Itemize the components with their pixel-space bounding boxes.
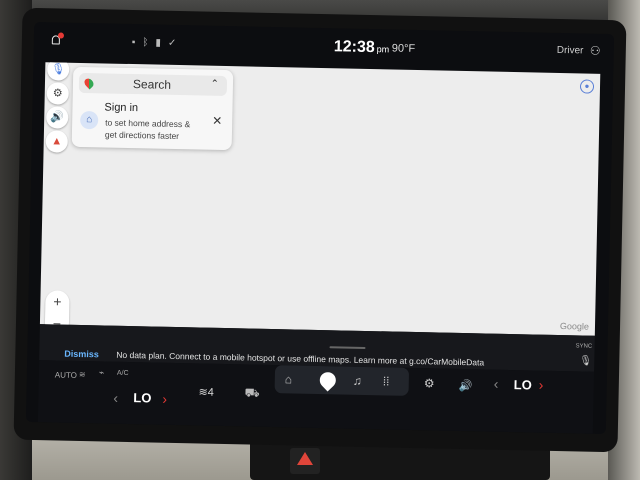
left-temp-up-button[interactable]: › [162, 391, 167, 407]
car-icon[interactable]: ⛟ [244, 385, 259, 401]
infotainment-screen: ▪ ᛒ ▮ ✓ 12:38 pm 90°F Driver ⚇ ● Google 🎙… [25, 21, 615, 435]
mic-button[interactable]: 🎙 [47, 62, 70, 81]
bell-icon[interactable] [50, 32, 65, 46]
speaker-icon: 🔊 [50, 111, 65, 124]
volume-icon[interactable]: 🔊 [459, 379, 473, 392]
sound-button[interactable]: 🔊 [46, 106, 69, 129]
seat-heat-value: 4 [207, 386, 214, 399]
zoom-in-button[interactable]: + [45, 290, 69, 312]
bluetooth-icon: ᛒ [142, 36, 149, 48]
clock: 12:38 pm [334, 38, 390, 57]
check-circle-icon: ✓ [167, 37, 177, 49]
apps-grid-icon[interactable]: ⁞⁞ [383, 374, 390, 388]
google-logo: Google [559, 321, 590, 332]
auto-climate-label[interactable]: AUTO [55, 370, 77, 379]
search-bar[interactable]: Search ⌃ [78, 72, 228, 97]
climate-bar: AUTO ≋ ⌁ A/C ‹ LO › ≋4 ⛟ ⌂ ♫ ⁞⁞ ⚙ 🔊 ‹ LO… [37, 360, 595, 434]
close-icon[interactable]: ✕ [212, 114, 222, 128]
account-icon[interactable]: ● [579, 79, 595, 94]
dismiss-button[interactable]: Dismiss [64, 349, 99, 360]
clock-time: 12:38 [333, 38, 375, 57]
clock-suffix: pm [376, 44, 390, 55]
outside-temperature: 90°F [391, 42, 416, 55]
maps-pin-icon [82, 76, 96, 90]
fan-icon[interactable]: ≋ [79, 370, 86, 379]
message-icon: ▪ [131, 36, 136, 48]
navigation-pin-icon[interactable] [316, 368, 340, 392]
right-temp-up-button[interactable]: › [539, 377, 544, 393]
gear-icon[interactable]: ⚙ [424, 376, 435, 390]
map-view[interactable]: ● Google 🎙 ⚙ 🔊 ▲ Search ⌃ ⌂ Sign in to s… [39, 62, 601, 336]
signin-title[interactable]: Sign in [104, 101, 138, 114]
app-dock: ⌂ ♫ ⁞⁞ [274, 365, 410, 396]
notification-dot [57, 32, 65, 39]
left-temperature: LO [133, 390, 152, 406]
defrost-icon[interactable]: ⌁ [99, 367, 105, 378]
microphone-icon[interactable]: 🎙 [579, 355, 592, 366]
search-card: Search ⌃ ⌂ Sign in to set home address &… [71, 66, 234, 151]
signin-subtitle-line1: to set home address & [105, 117, 191, 130]
phone-icon: ▮ [155, 37, 162, 49]
microphone-icon: 🎙 [51, 63, 66, 76]
person-icon[interactable]: ⚇ [590, 44, 601, 58]
sync-label[interactable]: SYNC [576, 343, 593, 349]
home-icon: ⌂ [80, 110, 99, 130]
music-note-icon[interactable]: ♫ [353, 374, 362, 388]
driver-profile-label[interactable]: Driver [557, 45, 584, 57]
compass-icon: ▲ [51, 135, 63, 148]
settings-button[interactable]: ⚙ [46, 82, 69, 105]
signin-subtitle-line2: get directions faster [104, 129, 180, 142]
right-temperature: LO [513, 377, 532, 393]
search-label: Search [132, 77, 172, 92]
home-icon[interactable]: ⌂ [285, 372, 293, 386]
hazard-icon [297, 452, 313, 465]
seat-heat-level[interactable]: ≋4 [198, 385, 214, 398]
chevron-up-icon[interactable]: ⌃ [210, 79, 219, 90]
gear-icon: ⚙ [52, 87, 63, 100]
status-indicators: ▪ ᛒ ▮ ✓ [132, 37, 177, 49]
right-temp-down-button[interactable]: ‹ [494, 376, 499, 392]
drag-handle[interactable] [329, 346, 366, 349]
compass-button[interactable]: ▲ [45, 130, 68, 153]
ac-label[interactable]: A/C [117, 370, 129, 377]
status-left-group: ▪ ᛒ ▮ ✓ [50, 32, 177, 49]
left-temp-down-button[interactable]: ‹ [113, 390, 118, 406]
